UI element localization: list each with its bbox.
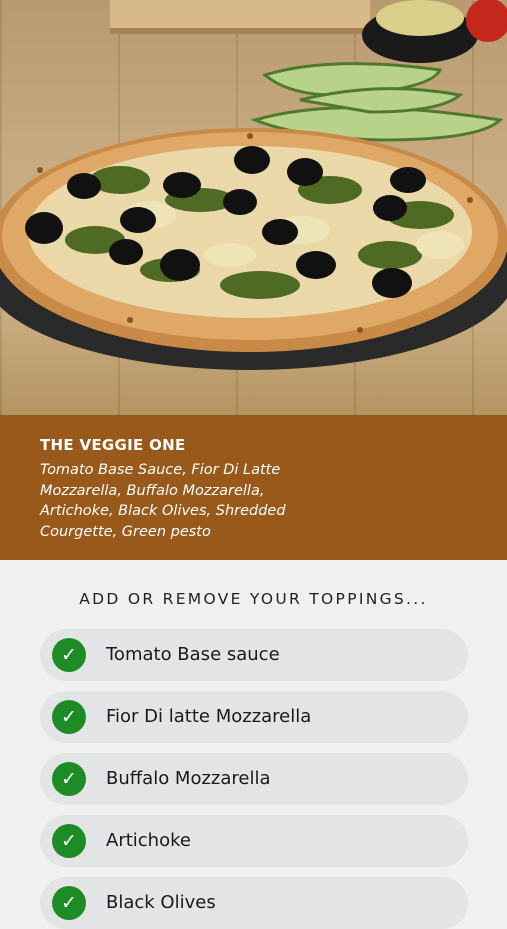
- topping-label: Black Olives: [106, 892, 216, 913]
- topping-label: Buffalo Mozzarella: [106, 768, 271, 789]
- checkmark-icon[interactable]: ✓: [52, 886, 86, 920]
- toppings-heading: ADD OR REMOVE YOUR TOPPINGS...: [79, 590, 428, 608]
- checkmark-icon[interactable]: ✓: [52, 824, 86, 858]
- topping-label: Tomato Base sauce: [106, 644, 280, 665]
- topping-item-black-olives[interactable]: ✓ Black Olives: [40, 877, 468, 929]
- pizza-photo: [0, 0, 507, 415]
- checkmark-icon[interactable]: ✓: [52, 638, 86, 672]
- topping-item-buffalo-mozzarella[interactable]: ✓ Buffalo Mozzarella: [40, 753, 468, 805]
- topping-item-artichoke[interactable]: ✓ Artichoke: [40, 815, 468, 867]
- topping-item-tomato-base-sauce[interactable]: ✓ Tomato Base sauce: [40, 629, 468, 681]
- product-info-panel: THE VEGGIE ONE Tomato Base Sauce, Fior D…: [0, 415, 507, 560]
- topping-item-fior-di-latte[interactable]: ✓ Fior Di latte Mozzarella: [40, 691, 468, 743]
- topping-label: Fior Di latte Mozzarella: [106, 706, 312, 727]
- checkmark-icon[interactable]: ✓: [52, 700, 86, 734]
- topping-label: Artichoke: [106, 830, 191, 851]
- checkmark-icon[interactable]: ✓: [52, 762, 86, 796]
- product-title: THE VEGGIE ONE: [40, 436, 186, 454]
- toppings-section: ADD OR REMOVE YOUR TOPPINGS... ✓ Tomato …: [0, 560, 507, 929]
- product-description: Tomato Base Sauce, Fior Di Latte Mozzare…: [40, 462, 286, 540]
